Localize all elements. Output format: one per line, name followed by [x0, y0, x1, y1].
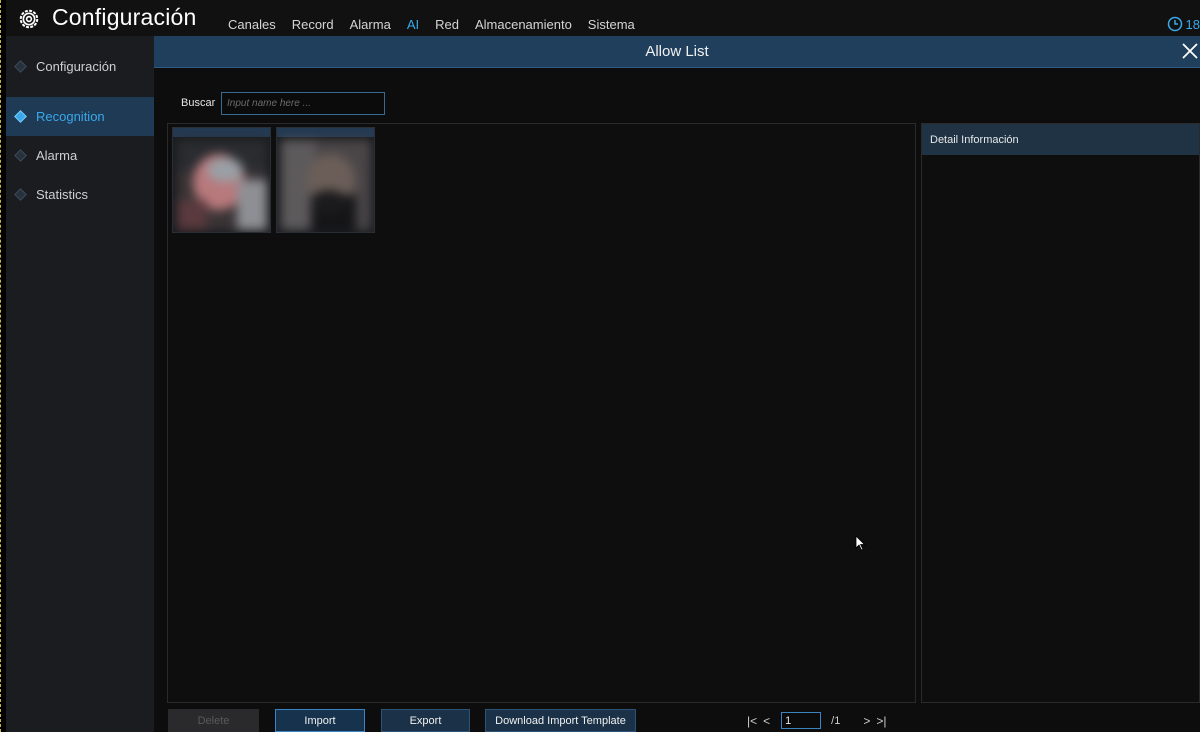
download-template-button[interactable]: Download Import Template [485, 709, 636, 732]
detail-title: Detail Información [922, 124, 1199, 155]
diamond-icon [14, 149, 27, 162]
gear-icon [19, 9, 39, 29]
face-thumbnail[interactable] [276, 127, 375, 233]
clock: 18 [1167, 16, 1200, 32]
close-icon[interactable] [1180, 41, 1200, 61]
sidebar-item-label: Alarma [36, 148, 78, 163]
sidebar-item-label: Statistics [36, 187, 89, 202]
blurred-face-image [177, 140, 267, 230]
diamond-icon [14, 60, 27, 73]
menu-item-record[interactable]: Record [292, 17, 334, 32]
sidebar: Configuración Recognition Alarma Statist… [6, 36, 154, 732]
mouse-cursor-icon [855, 535, 866, 551]
sidebar-item-recognition[interactable]: Recognition [6, 97, 154, 136]
allow-list-dialog: Allow List Buscar Input name here ... De… [154, 36, 1200, 732]
delete-button[interactable]: Delete [168, 709, 259, 732]
page-number-input[interactable] [781, 712, 822, 729]
main-menu: Canales Record Alarma AI Red Almacenamie… [228, 17, 651, 32]
import-button[interactable]: Import [275, 709, 365, 732]
thumbnail-header [277, 128, 374, 137]
prev-page-icon[interactable]: < [760, 714, 773, 728]
dialog-title: Allow List [645, 43, 709, 60]
sidebar-item-label: Recognition [36, 109, 105, 124]
face-grid [167, 123, 916, 703]
menu-item-canales[interactable]: Canales [228, 17, 276, 32]
menu-item-sistema[interactable]: Sistema [588, 17, 635, 32]
nvr-config-screen: Configuración Canales Record Alarma AI R… [0, 0, 1200, 732]
thumbnail-header [173, 128, 270, 137]
diamond-icon [14, 188, 27, 201]
first-page-icon[interactable]: |< [744, 714, 760, 728]
export-button[interactable]: Export [381, 709, 470, 732]
detail-panel: Detail Información [921, 123, 1200, 703]
last-page-icon[interactable]: >| [873, 714, 889, 728]
dialog-header: Allow List [154, 36, 1200, 68]
app-title: Configuración [52, 4, 197, 30]
sidebar-item-label: Configuración [36, 59, 117, 74]
face-thumbnail[interactable] [172, 127, 271, 233]
sidebar-item-statistics[interactable]: Statistics [6, 175, 154, 214]
clock-icon [1167, 16, 1182, 32]
search-label: Buscar [181, 97, 216, 109]
clock-time: 18 [1185, 16, 1200, 32]
sidebar-item-configuracion[interactable]: Configuración [6, 47, 154, 86]
pagination: |< < /1 > >| [744, 712, 889, 729]
total-pages: /1 [831, 714, 841, 727]
menu-item-ai[interactable]: AI [407, 17, 419, 32]
sidebar-item-alarma[interactable]: Alarma [6, 136, 154, 175]
menu-item-alarma[interactable]: Alarma [350, 17, 391, 32]
top-bar: Configuración Canales Record Alarma AI R… [6, 0, 1200, 36]
menu-item-red[interactable]: Red [435, 17, 459, 32]
menu-item-almacenamiento[interactable]: Almacenamiento [475, 17, 572, 32]
diamond-icon [14, 110, 27, 123]
next-page-icon[interactable]: > [860, 714, 873, 728]
search-input[interactable] [221, 92, 385, 115]
blurred-face-image [281, 140, 371, 230]
